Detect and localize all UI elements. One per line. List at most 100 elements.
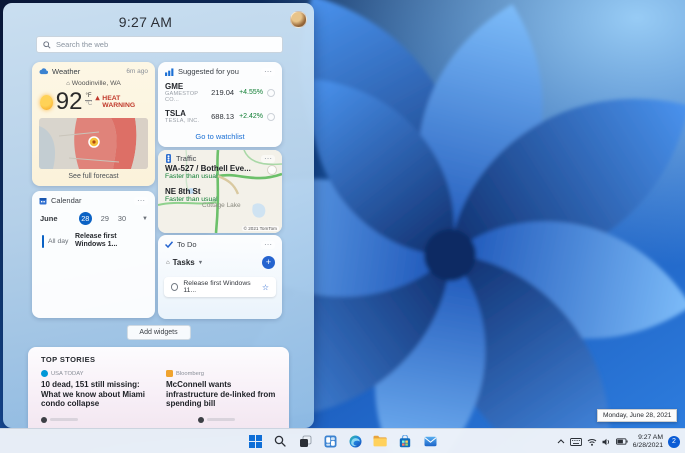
notification-badge[interactable]: 2 <box>668 435 680 448</box>
weather-widget[interactable]: Weather 6m ago ⌂ Woodinville, WA 92 °F °… <box>32 62 155 186</box>
widget-title: Calendar <box>51 196 82 205</box>
cloud-icon <box>39 68 48 75</box>
avatar[interactable] <box>290 11 307 28</box>
route-name: NE 8th St <box>165 187 201 196</box>
traffic-route: WA-527 / Bothell Eve... Faster than usua… <box>158 163 282 180</box>
stock-change: +2.42% <box>239 113 263 120</box>
taskbar-clock[interactable]: 9:27 AM 6/28/2021 <box>633 434 663 450</box>
traffic-route: NE 8th St Faster than usual <box>158 186 282 203</box>
news-story[interactable]: USA TODAY 10 dead, 151 still missing: Wh… <box>41 370 152 409</box>
task-view-button[interactable] <box>296 432 315 451</box>
sparkline-icon <box>267 112 275 121</box>
stock-price: 219.04 <box>211 88 235 97</box>
route-status: Faster than usual <box>165 173 218 180</box>
folder-icon <box>373 435 387 447</box>
calendar-icon <box>39 197 47 204</box>
unit-fahrenheit[interactable]: °F <box>85 93 93 101</box>
widgets-button[interactable] <box>321 432 340 451</box>
chevron-down-icon[interactable]: ▼ <box>198 260 203 266</box>
search-bar[interactable] <box>36 36 283 53</box>
widget-menu-icon[interactable]: ⋯ <box>134 196 148 205</box>
panel-clock: 9:27 AM <box>118 14 173 30</box>
event-title: Release first Windows 1... <box>75 233 118 248</box>
calendar-month: June <box>40 214 58 223</box>
event-time: All day <box>48 237 69 245</box>
trending-chart-icon <box>165 67 174 76</box>
map-place-label: Cottage Lake <box>202 202 241 209</box>
see-full-forecast-link[interactable]: See full forecast <box>32 169 155 180</box>
widget-menu-icon[interactable]: ⋯ <box>261 240 275 249</box>
microsoft-store-button[interactable] <box>396 432 415 451</box>
add-widgets-button[interactable]: Add widgets <box>126 325 191 340</box>
stocks-widget[interactable]: Suggested for you ⋯ GME GAMESTOP CO... 2… <box>158 62 282 147</box>
chevron-up-icon <box>557 439 565 444</box>
usa-today-logo-icon <box>41 370 48 377</box>
mail-button[interactable] <box>421 432 440 451</box>
news-logo-icon <box>41 416 47 423</box>
taskbar: 9:27 AM 6/28/2021 2 <box>0 428 685 453</box>
volume-tray-icon[interactable] <box>602 438 611 446</box>
add-task-button[interactable]: + <box>262 256 275 269</box>
widgets-icon <box>324 435 336 447</box>
calendar-widget[interactable]: Calendar ⋯ June 28 29 30 ▼ All day Relea… <box>32 191 155 318</box>
calendar-day[interactable]: 29 <box>101 214 109 223</box>
stock-symbol: GME <box>165 82 184 91</box>
edge-browser-button[interactable] <box>346 432 365 451</box>
windows-logo-icon <box>248 434 262 448</box>
clock-time: 9:27 AM <box>638 433 663 441</box>
calendar-day[interactable]: 30 <box>118 214 126 223</box>
battery-tray-icon[interactable] <box>615 438 628 445</box>
story-headline: 10 dead, 151 still missing: What we know… <box>41 380 146 408</box>
taskbar-search-button[interactable] <box>271 432 290 451</box>
keyboard-icon <box>569 437 582 446</box>
event-color-bar <box>42 234 44 248</box>
news-feed: TOP STORIES USA TODAY 10 dead, 151 still… <box>28 347 289 428</box>
show-hidden-icons-chevron[interactable] <box>557 439 565 444</box>
map-copyright: © 2021 TomTom <box>241 226 279 231</box>
todo-check-icon <box>165 241 173 248</box>
start-button[interactable] <box>246 432 265 451</box>
widgets-panel: 9:27 AM Weather 6m ago ⌂ Woodinville, WA <box>3 3 314 428</box>
battery-icon <box>615 438 628 445</box>
chevron-down-icon[interactable]: ▼ <box>142 216 148 222</box>
location-pin-icon: ⌂ <box>66 81 70 87</box>
network-tray-icon[interactable] <box>587 438 597 446</box>
store-bag-icon <box>399 434 411 447</box>
file-explorer-button[interactable] <box>371 432 390 451</box>
traffic-light-icon <box>166 154 171 163</box>
top-stories-header: TOP STORIES <box>41 355 96 364</box>
warning-triangle-icon <box>95 95 101 100</box>
stock-row[interactable]: TSLA TESLA, INC. 688.13 +2.42% <box>158 106 282 127</box>
news-story-partial[interactable] <box>41 416 78 423</box>
task-checkbox[interactable] <box>171 283 179 291</box>
star-icon[interactable]: ☆ <box>262 283 269 292</box>
story-headline: McConnell wants infrastructure de-linked… <box>166 380 276 408</box>
touch-keyboard-tray-icon[interactable] <box>569 437 582 446</box>
stock-company: GAMESTOP CO... <box>165 91 199 103</box>
tasks-list-name[interactable]: Tasks <box>173 258 195 267</box>
go-to-watchlist-link[interactable]: Go to watchlist <box>158 127 282 141</box>
sun-icon <box>40 94 53 110</box>
widget-title: Traffic <box>176 154 197 163</box>
calendar-day-selected[interactable]: 28 <box>78 212 92 225</box>
wifi-icon <box>587 438 597 446</box>
todo-widget[interactable]: To Do ⋯ ⌂ Tasks ▼ + Release first Window… <box>158 235 282 319</box>
story-source: Bloomberg <box>176 370 205 377</box>
traffic-widget[interactable]: Traffic ⋯ WA-527 / Bothell Eve... Faster… <box>158 150 282 233</box>
widget-title: To Do <box>177 240 197 249</box>
widget-menu-icon[interactable]: ⋯ <box>261 67 275 76</box>
search-icon <box>274 435 286 447</box>
stock-row[interactable]: GME GAMESTOP CO... 219.04 +4.55% <box>158 79 282 106</box>
tasks-list-icon: ⌂ <box>166 259 170 266</box>
calendar-event[interactable]: All day Release first Windows 1... <box>32 225 155 249</box>
news-story-partial[interactable] <box>198 416 235 423</box>
temperature-value: 92 <box>55 88 83 115</box>
weather-location: ⌂ Woodinville, WA <box>66 80 121 87</box>
heat-warning-badge: HEAT WARNING <box>95 95 147 110</box>
widget-menu-icon[interactable]: ⋯ <box>261 154 275 163</box>
search-input[interactable] <box>56 40 276 49</box>
unit-celsius[interactable]: °C <box>85 101 92 108</box>
stock-price: 688.13 <box>211 112 235 121</box>
todo-task-item[interactable]: Release first Windows 11... ☆ <box>164 277 276 297</box>
news-story[interactable]: Bloomberg McConnell wants infrastructure… <box>166 370 277 409</box>
